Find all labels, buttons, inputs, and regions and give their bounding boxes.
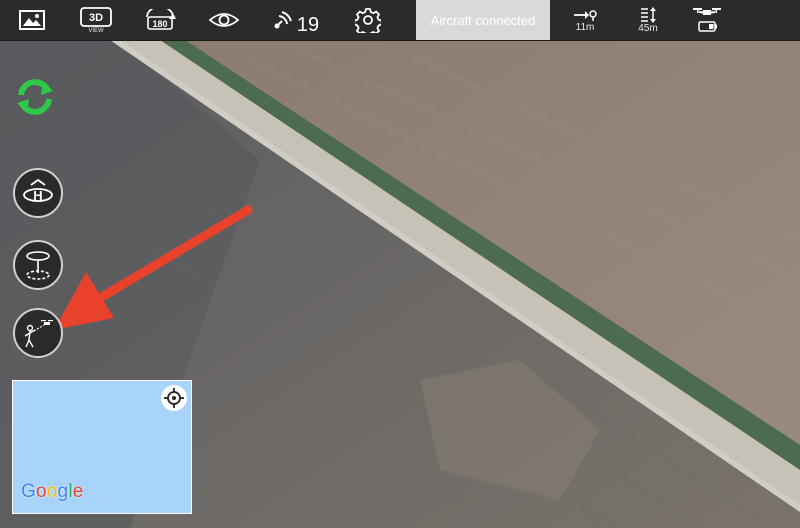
altitude-value: 45m	[638, 22, 658, 34]
satellite-icon	[274, 11, 292, 29]
altitude-icon	[641, 6, 656, 23]
altitude-readout: 45m	[614, 0, 682, 40]
orbit-icon	[26, 251, 50, 280]
drone-battery-icon	[693, 8, 721, 32]
distance-readout: 11m	[556, 0, 614, 40]
settings-button[interactable]	[336, 0, 400, 40]
google-logo: Google	[21, 481, 84, 502]
locate-icon	[164, 388, 184, 408]
follow-me-button[interactable]	[13, 308, 63, 358]
orbit-button[interactable]	[13, 240, 63, 290]
locate-button[interactable]	[161, 385, 187, 411]
eye-icon	[208, 13, 240, 27]
satellite-count: 19	[296, 13, 320, 36]
gear-icon	[355, 8, 381, 33]
visibility-button[interactable]	[192, 0, 256, 40]
follow-me-icon	[24, 320, 53, 348]
svg-text:180: 180	[152, 19, 167, 29]
rotate-180-icon: 180	[146, 9, 176, 30]
drone-battery-status[interactable]	[682, 0, 732, 40]
rotate-180-button[interactable]: 180	[128, 0, 192, 40]
takeoff-button[interactable]: H	[13, 168, 63, 218]
gallery-button[interactable]	[0, 0, 64, 40]
view-3d-button[interactable]: 3D VIEW	[64, 0, 128, 40]
refresh-icon[interactable]	[13, 75, 57, 119]
svg-text:H: H	[33, 188, 42, 203]
gallery-icon	[19, 10, 45, 30]
view-3d-icon: 3D	[80, 6, 112, 27]
mini-map[interactable]: Google	[12, 380, 192, 514]
connection-status: Aircraft connected	[416, 0, 550, 40]
home-distance-icon	[574, 9, 597, 21]
view-3d-sublabel: VIEW	[88, 27, 104, 34]
satellite-status[interactable]: 19	[256, 0, 336, 40]
svg-text:3D: 3D	[89, 12, 103, 24]
takeoff-icon: H	[23, 179, 53, 203]
distance-value: 11m	[575, 21, 595, 33]
top-toolbar: 3D VIEW 180 19 Aircraft connected 11m 45…	[0, 0, 800, 41]
